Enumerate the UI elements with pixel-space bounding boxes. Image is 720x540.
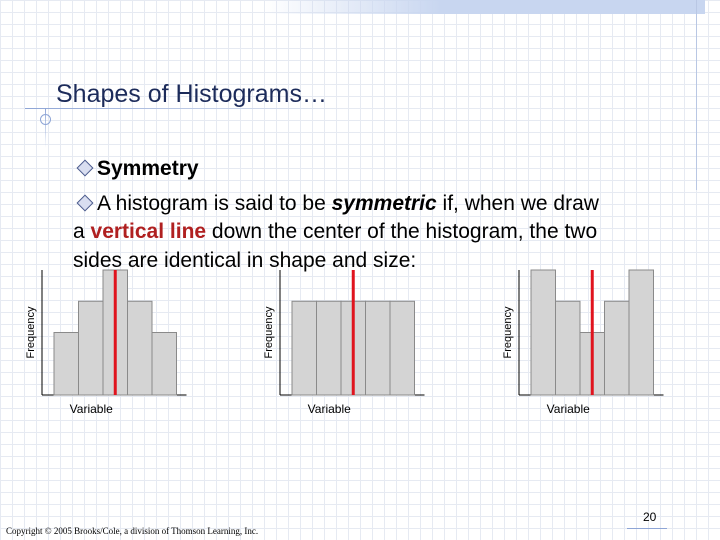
histogram-bar: [365, 300, 391, 396]
top-decoration: [265, 0, 705, 14]
histogram-bar: [555, 300, 581, 396]
definition-text-start: A histogram is said to be: [97, 192, 332, 215]
y-axis-label: Frequency: [25, 306, 37, 358]
histogram-bar: [78, 300, 104, 396]
x-axis-label: Variable: [70, 402, 113, 416]
page-number-underline: [627, 528, 667, 529]
histogram-chart-2: Frequency Variable: [258, 265, 488, 425]
bullet-symmetry: Symmetry: [73, 157, 199, 181]
histogram-bar: [530, 269, 556, 396]
definition-text-end: if, when we draw: [436, 192, 599, 215]
copyright-footer: Copyright © 2005 Brooks/Cole, a division…: [6, 526, 259, 536]
histogram-bar: [316, 300, 342, 396]
histogram-bar: [53, 332, 79, 396]
line2-start: a: [73, 220, 91, 243]
definition-line-2: a vertical line down the center of the h…: [73, 220, 597, 244]
title-accent-circle: [40, 114, 51, 125]
histogram-bar: [604, 300, 630, 396]
histogram-bar: [151, 332, 177, 396]
x-axis-label: Variable: [547, 402, 590, 416]
right-decoration-line: [696, 0, 697, 190]
slide-title: Shapes of Histograms…: [56, 80, 327, 108]
histogram-chart-1: Frequency Variable: [20, 265, 250, 425]
histogram-chart-3: Frequency Variable: [497, 265, 720, 425]
bullet-symmetry-text: Symmetry: [97, 157, 199, 180]
histogram-svg-3: Frequency Variable: [502, 269, 664, 416]
definition-emphasis: symmetric: [331, 192, 437, 215]
vertical-line-emphasis: vertical line: [90, 220, 207, 243]
bullet-diamond-icon: [76, 159, 94, 177]
histogram-bar: [291, 300, 317, 396]
histogram-bar: [628, 269, 654, 396]
bullet-diamond-icon: [76, 194, 94, 212]
histogram-bar: [127, 300, 153, 396]
x-axis-label: Variable: [308, 402, 351, 416]
bullet-definition: A histogram is said to be symmetric if, …: [73, 192, 599, 216]
histogram-svg-2: Frequency Variable: [263, 270, 425, 416]
page-number: 20: [643, 510, 657, 524]
y-axis-label: Frequency: [502, 306, 514, 358]
line2-end: down the center of the histogram, the tw…: [206, 220, 598, 243]
histogram-bar: [389, 300, 415, 396]
histogram-svg-1: Frequency Variable: [25, 269, 187, 416]
y-axis-label: Frequency: [263, 306, 275, 358]
